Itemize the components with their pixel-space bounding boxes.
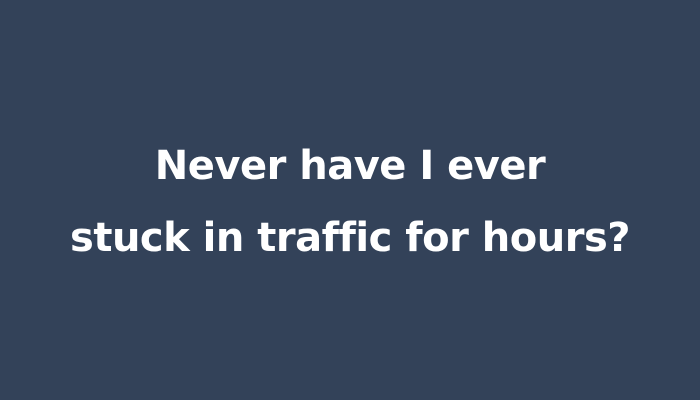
question-text: Never have I ever stuck in traffic for h…	[70, 130, 630, 274]
question-line-2: stuck in traffic for hours?	[70, 215, 630, 261]
question-card: Never have I ever stuck in traffic for h…	[0, 0, 700, 400]
question-line-1: Never have I ever	[154, 143, 546, 189]
